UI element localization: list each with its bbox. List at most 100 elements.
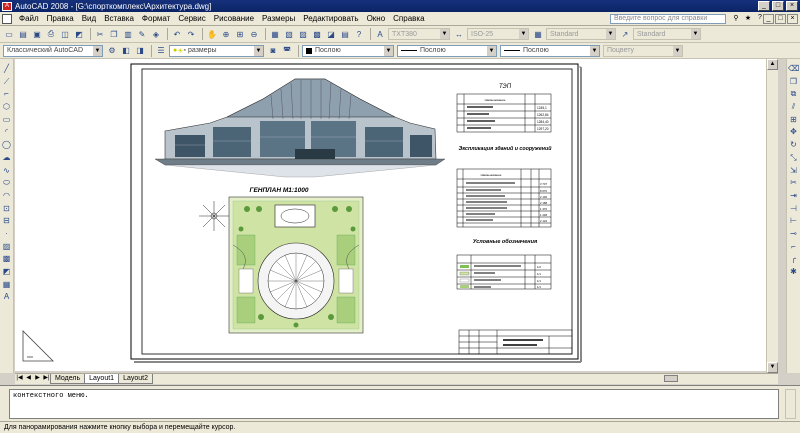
menu-draw[interactable]: Рисование: [210, 14, 258, 23]
menu-window[interactable]: Окно: [363, 14, 390, 23]
menu-format[interactable]: Формат: [138, 14, 174, 23]
rectangle-icon[interactable]: ▭: [1, 114, 12, 125]
circle-icon[interactable]: ◯: [1, 139, 12, 150]
close-button[interactable]: ×: [786, 1, 798, 11]
copy-icon[interactable]: ❐: [108, 28, 120, 40]
gradient-icon[interactable]: ▩: [1, 253, 12, 264]
publish-icon[interactable]: ◩: [73, 28, 85, 40]
binoculars-icon[interactable]: ⚲: [730, 14, 742, 24]
menu-modify[interactable]: Редактировать: [299, 14, 362, 23]
doc-minimize-button[interactable]: _: [763, 14, 774, 24]
dim-style-icon[interactable]: ↔: [453, 28, 465, 40]
workspace-select[interactable]: Классический AutoCAD ▼: [3, 44, 103, 57]
point-icon[interactable]: ·: [1, 228, 12, 239]
text-style-icon[interactable]: A: [374, 28, 386, 40]
tab-layout2[interactable]: Layout2: [118, 374, 153, 384]
doc-close-button[interactable]: ×: [787, 14, 798, 24]
star-icon[interactable]: ★: [742, 14, 754, 24]
horizontal-scrollbar[interactable]: [160, 374, 766, 383]
preview-icon[interactable]: ◫: [59, 28, 71, 40]
arc-icon[interactable]: ◜: [1, 126, 12, 137]
zoom-window-icon[interactable]: ⊞: [234, 28, 246, 40]
drawing-area[interactable]: ГЕНПЛАН М1:1000 ТЭП Наименование 1245,1 …: [15, 59, 766, 371]
polyline-icon[interactable]: ⌐: [1, 88, 12, 99]
scale-icon[interactable]: ⤡: [788, 152, 799, 163]
hatch-icon[interactable]: ▨: [1, 241, 12, 252]
mirror-icon[interactable]: ⧉: [788, 88, 799, 99]
fillet-icon[interactable]: ╭: [788, 253, 799, 264]
array-icon[interactable]: ⊞: [788, 114, 799, 125]
region-icon[interactable]: ◩: [1, 266, 12, 277]
save-icon[interactable]: ▣: [31, 28, 43, 40]
join-icon[interactable]: ⊸: [788, 228, 799, 239]
make-block-icon[interactable]: ⊟: [1, 215, 12, 226]
plotstyle-select[interactable]: Поцвету ▼: [603, 44, 683, 57]
previous-tab-button[interactable]: ◀: [24, 374, 33, 383]
linetype-select[interactable]: Послою ▼: [397, 44, 497, 57]
table-icon[interactable]: ▦: [1, 279, 12, 290]
menu-insert[interactable]: Вставка: [100, 14, 138, 23]
layer-manager-icon[interactable]: ◧: [120, 45, 132, 57]
break-icon[interactable]: ⊢: [788, 215, 799, 226]
ellipse-arc-icon[interactable]: ◠: [1, 190, 12, 201]
print-icon[interactable]: ⎙: [45, 28, 57, 40]
menu-edit[interactable]: Правка: [43, 14, 78, 23]
command-scrollbar[interactable]: [785, 389, 796, 419]
ellipse-icon[interactable]: ⬭: [1, 177, 12, 188]
dim-style-select[interactable]: ISO-25 ▼: [467, 28, 529, 40]
text-style-select[interactable]: TXT380 ▼: [388, 28, 450, 40]
tool-palettes-icon[interactable]: ▨: [297, 28, 309, 40]
help-toolbar-icon[interactable]: ?: [353, 28, 365, 40]
tab-model[interactable]: Модель: [50, 374, 86, 384]
zoom-realtime-icon[interactable]: ⊕: [220, 28, 232, 40]
undo-icon[interactable]: ↶: [171, 28, 183, 40]
scroll-down-icon[interactable]: ▼: [767, 362, 778, 373]
sheet-set-icon[interactable]: ▩: [311, 28, 323, 40]
doc-restore-button[interactable]: □: [775, 14, 786, 24]
table-style-select[interactable]: Standard ▼: [546, 28, 616, 40]
next-tab-button[interactable]: ▶: [33, 374, 42, 383]
break-at-point-icon[interactable]: ⊣: [788, 203, 799, 214]
layer-properties-icon[interactable]: ☰: [155, 45, 167, 57]
stretch-icon[interactable]: ⇲: [788, 165, 799, 176]
chamfer-icon[interactable]: ⌐: [788, 241, 799, 252]
menu-help[interactable]: Справка: [389, 14, 428, 23]
zoom-previous-icon[interactable]: ⊖: [248, 28, 260, 40]
polygon-icon[interactable]: ⬡: [1, 101, 12, 112]
copy-object-icon[interactable]: ❐: [788, 76, 799, 87]
pan-icon[interactable]: ✋: [206, 28, 218, 40]
workspace-settings-icon[interactable]: ⚙: [106, 45, 118, 57]
offset-icon[interactable]: ⫽: [788, 101, 799, 112]
revision-cloud-icon[interactable]: ☁: [1, 152, 12, 163]
layer-select[interactable]: ● ☀ ▪ размеры ▼: [169, 44, 264, 57]
layer-state-icon[interactable]: ◨: [134, 45, 146, 57]
tab-layout1[interactable]: Layout1: [84, 374, 120, 384]
mleader-style-select[interactable]: Standard ▼: [633, 28, 701, 40]
vertical-scrollbar[interactable]: ▲ ▼: [766, 59, 778, 373]
color-select[interactable]: Послою ▼: [302, 44, 394, 57]
scroll-thumb[interactable]: [664, 375, 678, 382]
paste-icon[interactable]: ▥: [122, 28, 134, 40]
redo-icon[interactable]: ↷: [185, 28, 197, 40]
command-history[interactable]: контекстного меню.: [9, 389, 779, 419]
spline-icon[interactable]: ∿: [1, 165, 12, 176]
maximize-button[interactable]: □: [772, 1, 784, 11]
extend-icon[interactable]: ⇥: [788, 190, 799, 201]
document-icon[interactable]: [2, 13, 12, 24]
table-style-icon[interactable]: ▦: [532, 28, 544, 40]
design-center-icon[interactable]: ▧: [283, 28, 295, 40]
menu-dimension[interactable]: Размеры: [258, 14, 299, 23]
open-icon[interactable]: ▤: [17, 28, 29, 40]
first-tab-button[interactable]: |◀: [15, 374, 24, 383]
construction-line-icon[interactable]: ⟋: [1, 76, 12, 87]
erase-icon[interactable]: ⌫: [788, 63, 799, 74]
line-icon[interactable]: ╱: [1, 63, 12, 74]
markup-icon[interactable]: ◪: [325, 28, 337, 40]
menu-file[interactable]: Файл: [15, 14, 43, 23]
make-current-layer-icon[interactable]: ◙: [267, 45, 279, 57]
mleader-style-icon[interactable]: ↗: [619, 28, 631, 40]
move-icon[interactable]: ✥: [788, 126, 799, 137]
explode-icon[interactable]: ✱: [788, 266, 799, 277]
insert-block-icon[interactable]: ⊡: [1, 203, 12, 214]
block-editor-icon[interactable]: ◈: [150, 28, 162, 40]
